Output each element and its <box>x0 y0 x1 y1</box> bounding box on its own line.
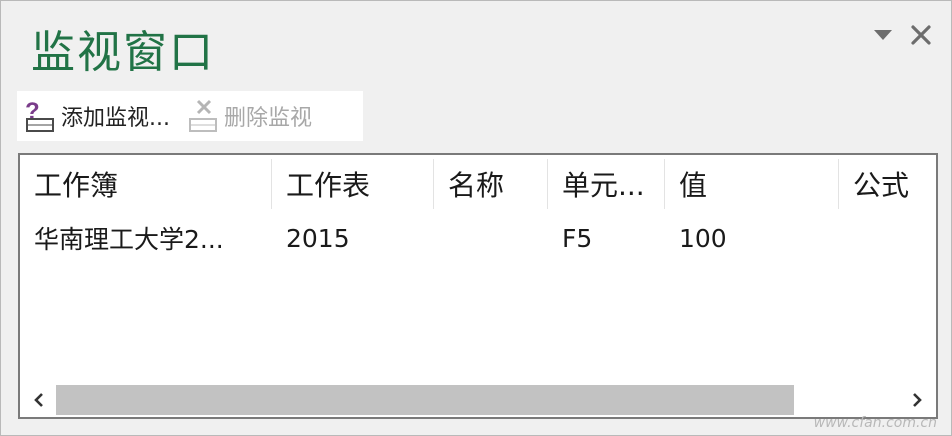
delete-watch-button[interactable]: 删除监视 <box>180 91 316 141</box>
pane-options-button[interactable] <box>871 21 895 49</box>
cell-formula <box>839 215 936 261</box>
column-header-name[interactable]: 名称 <box>434 155 548 213</box>
chevron-left-icon <box>34 393 43 407</box>
delete-watch-label: 删除监视 <box>223 106 312 131</box>
watch-window-pane: 监视窗口 ? 添加监视... 删除监视 工作簿 工作表 名称 单元... 值 公… <box>0 0 952 436</box>
chevron-right-icon <box>913 393 922 407</box>
cell-name <box>434 215 548 261</box>
scroll-left-button[interactable] <box>22 383 56 417</box>
add-watch-icon: ? <box>23 96 59 136</box>
watch-list-header: 工作簿 工作表 名称 单元... 值 公式 <box>20 155 936 213</box>
column-header-cell[interactable]: 单元... <box>548 155 665 213</box>
delete-watch-icon <box>186 96 222 136</box>
watermark-text: www.cfan.com.cn <box>813 415 937 431</box>
horizontal-scrollbar[interactable] <box>20 383 936 417</box>
close-icon <box>911 25 931 45</box>
column-header-value[interactable]: 值 <box>665 155 839 213</box>
pane-title: 监视窗口 <box>31 27 215 78</box>
pane-controls <box>871 21 933 49</box>
dropdown-triangle-icon <box>874 30 892 40</box>
column-header-workbook[interactable]: 工作簿 <box>20 155 272 213</box>
scrollbar-thumb[interactable] <box>56 385 794 415</box>
cell-workbook: 华南理工大学2... <box>34 225 224 254</box>
add-watch-button[interactable]: ? 添加监视... <box>17 91 174 141</box>
cell-sheet: 2015 <box>286 223 350 253</box>
pane-close-button[interactable] <box>909 21 933 49</box>
column-header-formula[interactable]: 公式 <box>839 155 936 213</box>
cell-value: 100 <box>679 223 727 253</box>
table-row[interactable]: 华南理工大学2... 2015 F5 100 <box>20 215 936 261</box>
watch-list[interactable]: 工作簿 工作表 名称 单元... 值 公式 华南理工大学2... 2015 F5… <box>18 153 938 419</box>
watch-toolbar: ? 添加监视... 删除监视 <box>17 91 363 141</box>
scroll-right-button[interactable] <box>900 383 934 417</box>
cell-address: F5 <box>562 223 593 253</box>
add-watch-label: 添加监视... <box>61 106 170 131</box>
column-header-sheet[interactable]: 工作表 <box>272 155 434 213</box>
